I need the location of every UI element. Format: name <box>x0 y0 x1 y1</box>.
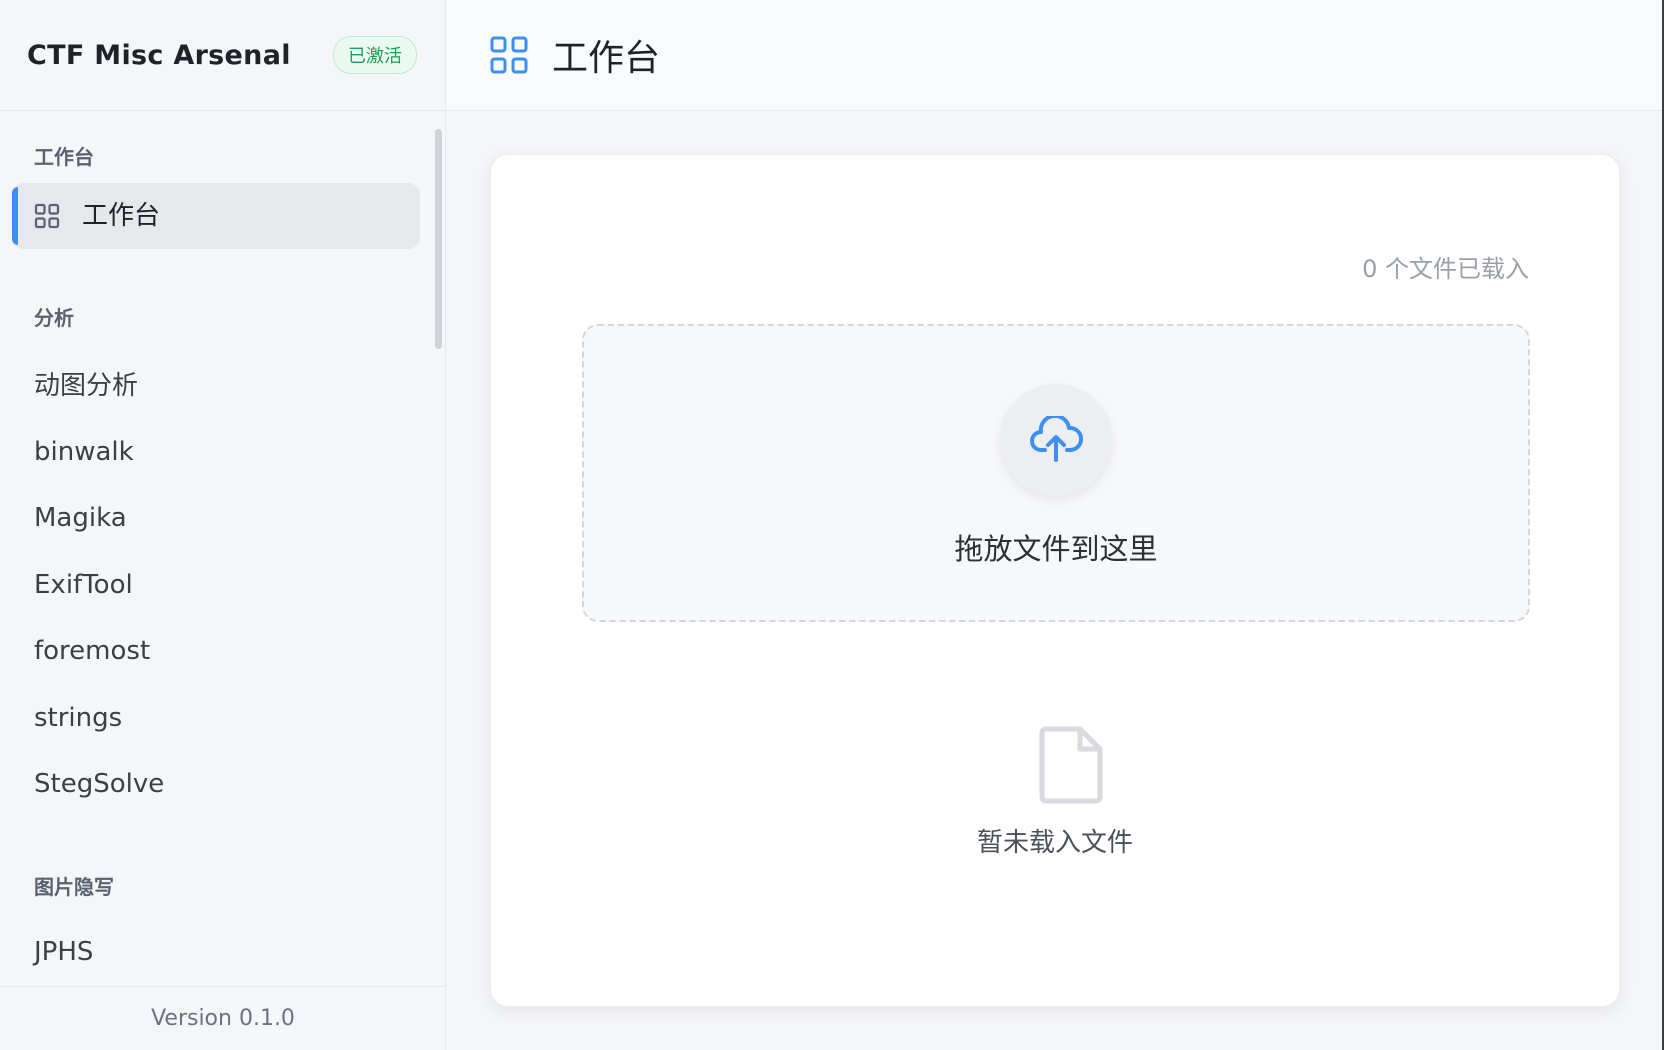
top-bar: 工作台 <box>446 0 1664 111</box>
sidebar-nav: 工作台 工作台 分析 动图分析 binwalk Magika ExifTool … <box>0 111 446 986</box>
nav-group-workbench: 工作台 <box>34 145 94 169</box>
sidebar-item-workbench[interactable]: 工作台 <box>12 183 420 249</box>
status-badge: 已激活 <box>333 36 417 74</box>
page-title: 工作台 <box>552 38 661 79</box>
sidebar-item-strings[interactable]: strings <box>34 698 122 738</box>
workbench-card: 0 个文件已载入 拖放文件到这里 暂未载入文件 <box>490 154 1620 1007</box>
grid-icon <box>490 36 528 74</box>
sidebar-item-foremost[interactable]: foremost <box>34 631 150 671</box>
nav-group-image-stego: 图片隐写 <box>34 875 114 899</box>
dropzone-label: 拖放文件到这里 <box>954 532 1158 566</box>
sidebar: CTF Misc Arsenal 已激活 工作台 工作台 分析 动图分析 bin… <box>0 0 446 1050</box>
nav-group-analysis: 分析 <box>34 306 74 330</box>
sidebar-item-stegsolve[interactable]: StegSolve <box>34 764 164 804</box>
cloud-upload-icon <box>1030 416 1083 462</box>
sidebar-item-gif-analysis[interactable]: 动图分析 <box>34 366 138 406</box>
file-dropzone[interactable]: 拖放文件到这里 <box>582 324 1530 622</box>
file-icon <box>1039 726 1103 804</box>
empty-state-label: 暂未载入文件 <box>976 828 1133 858</box>
sidebar-item-jphs[interactable]: JPHS <box>34 932 93 972</box>
sidebar-scrollbar[interactable] <box>435 129 442 349</box>
sidebar-item-binwalk[interactable]: binwalk <box>34 432 134 472</box>
upload-button[interactable] <box>1000 384 1112 496</box>
app-title: CTF Misc Arsenal <box>27 39 291 71</box>
file-count: 0 个文件已载入 <box>1362 255 1529 283</box>
app-window: CTF Misc Arsenal 已激活 工作台 工作台 分析 动图分析 bin… <box>0 0 1664 1050</box>
sidebar-item-label: 工作台 <box>82 201 161 231</box>
brand-header: CTF Misc Arsenal 已激活 <box>0 0 445 111</box>
sidebar-item-exiftool[interactable]: ExifTool <box>34 565 133 605</box>
sidebar-item-magika[interactable]: Magika <box>34 498 127 538</box>
version-label: Version 0.1.0 <box>0 986 446 1050</box>
main-area: 工作台 0 个文件已载入 拖放文件到这里 暂未载入文件 <box>446 0 1664 1050</box>
grid-icon <box>34 203 60 229</box>
